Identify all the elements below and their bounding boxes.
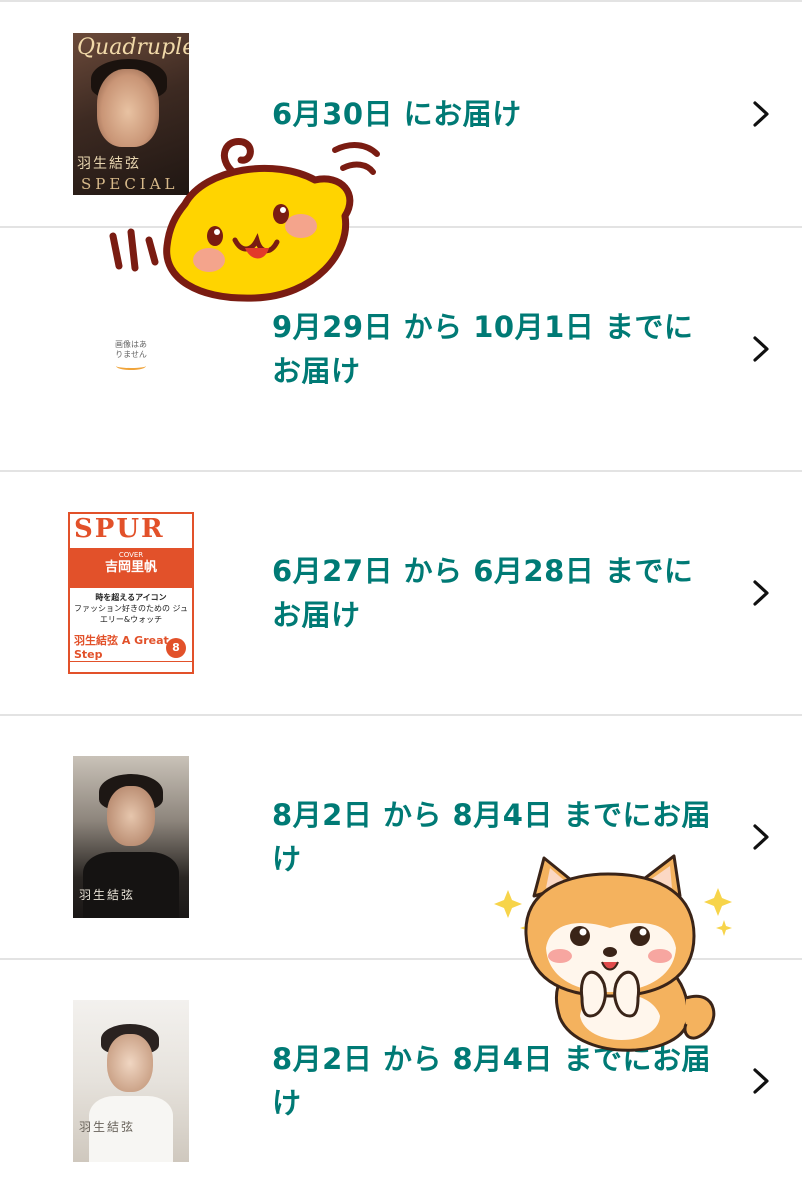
- cover-spur: SPUR COVER 吉岡里帆 時を超えるアイコン ファッション好きのための ジ…: [68, 512, 194, 674]
- cover-masthead: Quadruple: [77, 35, 189, 60]
- chevron-right-icon[interactable]: [750, 334, 772, 364]
- chevron-right-icon[interactable]: [750, 99, 772, 129]
- order-row[interactable]: SPUR COVER 吉岡里帆 時を超えるアイコン ファッション好きのための ジ…: [0, 470, 802, 714]
- delivery-date: 9月29日 から 10月1日 までにお届け: [272, 310, 694, 388]
- chevron-right-icon[interactable]: [750, 1066, 772, 1096]
- chevron-right-icon[interactable]: [750, 822, 772, 852]
- spur-cover-band: COVER 吉岡里帆: [70, 548, 192, 588]
- spur-masthead: SPUR: [70, 514, 192, 548]
- no-image-placeholder: 画像はありません: [113, 340, 149, 370]
- cover-title: 羽生結弦: [79, 888, 136, 902]
- delivery-date: 6月27日 から 6月28日 までにお届け: [272, 554, 694, 632]
- cover-title: 羽生結弦: [79, 1120, 136, 1134]
- cover-professional: 羽生結弦: [73, 756, 189, 918]
- shiba-dog-sticker-icon: [494, 854, 732, 1052]
- issue-badge: 8: [166, 638, 186, 658]
- cover-professional-2: 羽生結弦: [73, 1000, 189, 1162]
- spur-body: 時を超えるアイコン ファッション好きのための ジュエリー&ウォッチ: [74, 593, 188, 624]
- yellow-blob-sticker-icon: [109, 138, 380, 302]
- chevron-right-icon[interactable]: [750, 578, 772, 608]
